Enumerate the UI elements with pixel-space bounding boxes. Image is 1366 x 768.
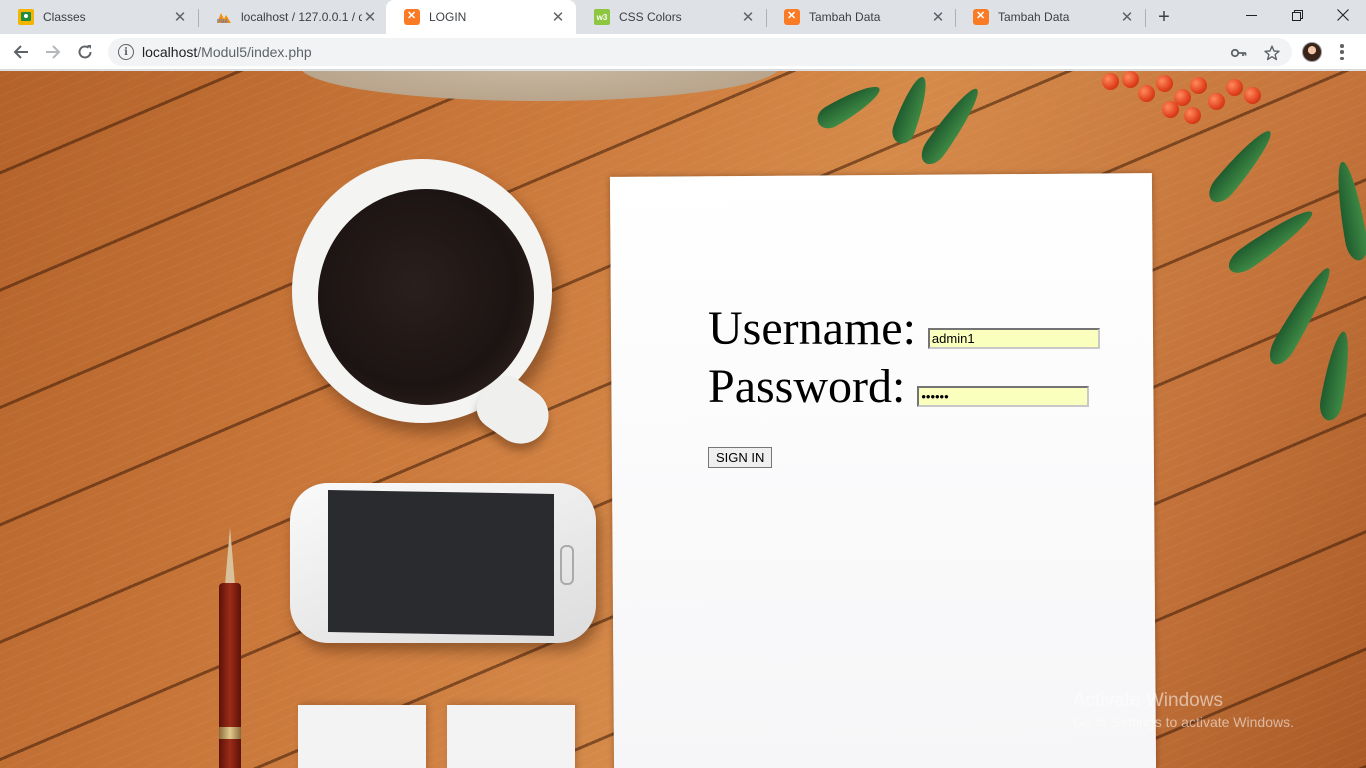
paper-image: [609, 173, 1157, 768]
tab-css-colors[interactable]: w3 CSS Colors ✕: [576, 0, 766, 34]
card-image: [447, 705, 575, 768]
tab-strip: Classes ✕ PMA localhost / 127.0.0.1 / d …: [0, 0, 1366, 34]
tab-title: CSS Colors: [619, 10, 682, 24]
url-host: localhost: [142, 44, 198, 60]
xampp-icon: [973, 9, 989, 25]
xampp-icon: [404, 9, 420, 25]
password-row: Password:: [708, 358, 1100, 416]
tab-tambah-data-1[interactable]: Tambah Data ✕: [766, 0, 956, 34]
back-button[interactable]: [7, 38, 35, 66]
reload-icon: [78, 45, 92, 59]
xampp-icon: [784, 9, 800, 25]
leaf-image: [1223, 203, 1319, 279]
tab-tambah-data-2[interactable]: Tambah Data ✕: [955, 0, 1145, 34]
windows-activation-watermark: Activate Windows Go to Settings to activ…: [1073, 690, 1294, 730]
url-path: /Modul5/index.php: [197, 44, 312, 60]
avatar[interactable]: [1302, 42, 1322, 62]
tab-title: Tambah Data: [998, 10, 1070, 24]
arrow-left-icon: [13, 45, 28, 59]
leaf-image: [888, 73, 934, 147]
restore-icon: [1291, 9, 1303, 21]
leaf-image: [1203, 124, 1279, 208]
username-label: Username:: [708, 302, 916, 355]
tab-title: Tambah Data: [809, 10, 881, 24]
page-viewport: [0, 71, 1366, 768]
svg-text:PMA: PMA: [217, 19, 229, 24]
tab-title: Classes: [43, 10, 86, 24]
phpmyadmin-icon: PMA: [216, 9, 232, 25]
google-classroom-icon: [18, 9, 34, 25]
username-input[interactable]: admin1: [927, 328, 1100, 349]
minimize-icon: [1245, 14, 1257, 16]
key-icon[interactable]: [1230, 44, 1248, 62]
close-icon[interactable]: ✕: [362, 9, 378, 26]
info-icon[interactable]: i: [118, 44, 134, 60]
w3schools-icon: w3: [594, 9, 610, 25]
tab-login[interactable]: LOGIN ✕: [386, 0, 576, 34]
sign-in-button[interactable]: SIGN IN: [708, 447, 773, 468]
close-window-button[interactable]: [1320, 0, 1366, 30]
tab-title: localhost / 127.0.0.1 / d: [241, 10, 362, 24]
url-text[interactable]: localhost/Modul5/index.php: [142, 44, 312, 60]
forward-button[interactable]: [39, 38, 67, 66]
close-icon[interactable]: ✕: [550, 9, 566, 26]
wood-slice-image: [300, 71, 780, 101]
close-icon[interactable]: ✕: [172, 9, 188, 26]
plus-icon: +: [1158, 5, 1170, 28]
arrow-right-icon: [46, 45, 61, 59]
tab-classes[interactable]: Classes ✕: [0, 0, 198, 34]
leaf-image: [813, 78, 885, 134]
berries-image: [1098, 71, 1268, 135]
leaf-image: [1331, 159, 1366, 263]
leaf-image: [916, 82, 986, 170]
star-icon[interactable]: [1263, 44, 1281, 62]
reload-button[interactable]: [71, 38, 99, 66]
smartphone-image: [290, 483, 596, 643]
close-icon[interactable]: ✕: [930, 9, 946, 26]
close-icon[interactable]: ✕: [1119, 9, 1135, 26]
watermark-subtitle: Go to Settings to activate Windows.: [1073, 714, 1294, 730]
restore-button[interactable]: [1274, 0, 1320, 30]
watermark-title: Activate Windows: [1073, 690, 1223, 711]
address-bar[interactable]: i localhost/Modul5/index.php: [108, 38, 1292, 66]
close-icon[interactable]: ✕: [740, 9, 756, 26]
tab-phpmyadmin[interactable]: PMA localhost / 127.0.0.1 / d ✕: [198, 0, 388, 34]
new-tab-button[interactable]: +: [1152, 5, 1176, 29]
menu-dots-icon[interactable]: [1334, 42, 1350, 62]
password-input[interactable]: [917, 386, 1090, 407]
tab-title: LOGIN: [429, 10, 467, 24]
leaf-image: [1317, 329, 1355, 423]
browser-toolbar: i localhost/Modul5/index.php: [0, 34, 1366, 70]
card-image: [298, 705, 426, 768]
login-form: Username: admin1 Password:: [708, 300, 1100, 416]
pen-image: [212, 527, 246, 768]
coffee-image: [318, 189, 534, 405]
tab-separator: [1145, 9, 1146, 27]
password-label: Password:: [708, 360, 906, 413]
close-icon: [1337, 9, 1349, 21]
username-row: Username: admin1: [708, 300, 1100, 358]
minimize-button[interactable]: [1228, 0, 1274, 30]
leaf-image: [1263, 262, 1339, 370]
